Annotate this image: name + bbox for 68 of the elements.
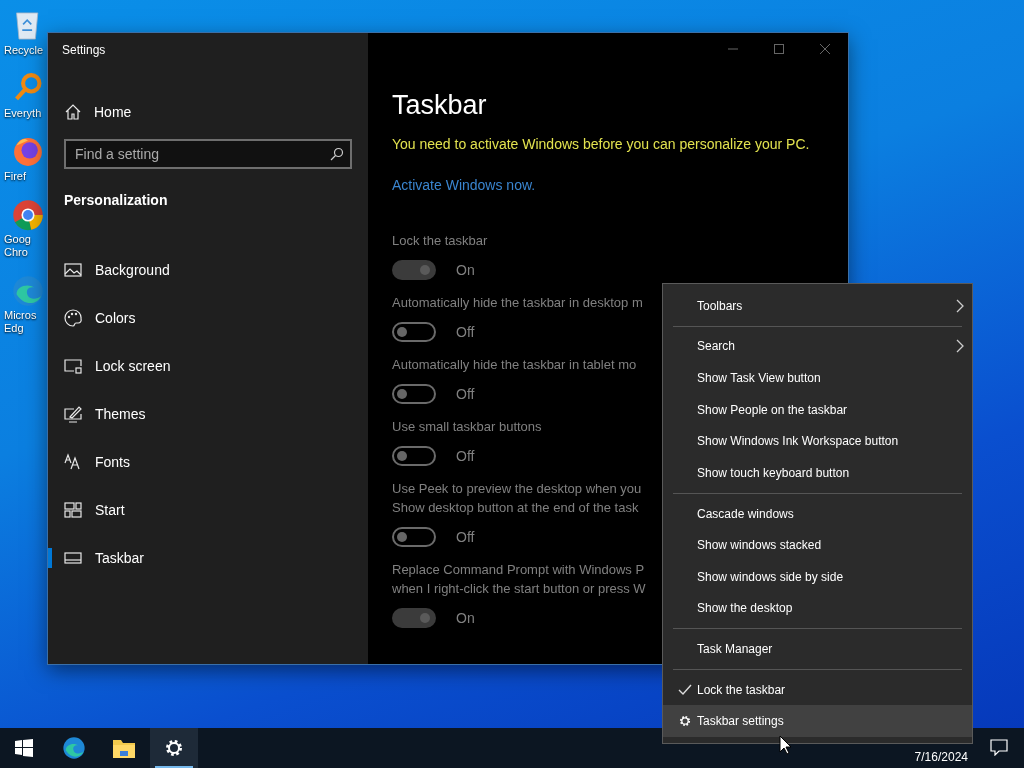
desktop-icon-label: Micros Edg (4, 309, 37, 335)
desktop-icon-label: Recycle (4, 44, 44, 57)
menu-item[interactable]: Taskbar settings (663, 705, 972, 738)
taskbar-icon (64, 549, 82, 567)
setting-label: Automatically hide the taskbar in tablet mo (392, 356, 637, 374)
chevron-right-icon (956, 298, 964, 313)
activation-warning: You need to activate Windows before you can personalize your PC. (392, 136, 811, 152)
toggle-status: On (456, 610, 475, 626)
menu-item[interactable]: Cascade windows (663, 497, 972, 530)
sidebar-item[interactable]: Themes (48, 390, 368, 438)
setting-label: Use Peek to preview the desktop when you Show desktop button at the end of the task (392, 480, 642, 517)
monitor-brush-icon (64, 405, 82, 423)
maximize-icon (774, 44, 784, 54)
desktop-icon-label: Firef (4, 170, 26, 183)
desktop-icon-label: Everyth (4, 107, 42, 120)
edge-icon (61, 735, 87, 761)
sidebar-item[interactable]: Lock screen (48, 342, 368, 390)
window-title: Settings (61, 42, 107, 59)
setting-label: Replace Command Prompt with Windows P when I right-click the start button or press W (392, 561, 646, 598)
gear-icon (678, 714, 692, 729)
picture-icon (64, 261, 82, 279)
menu-item[interactable]: Show windows stacked (663, 529, 972, 561)
menu-item[interactable]: Show the desktop (663, 592, 972, 625)
edge-icon[interactable] (10, 273, 46, 309)
menu-item[interactable]: Show Task View button (663, 362, 972, 394)
section-heading: Personalization (63, 192, 169, 210)
setting-label: Lock the taskbar (392, 232, 488, 250)
setting-label: Automatically hide the taskbar in desktop m (392, 294, 643, 312)
toggle-status: Off (456, 529, 475, 545)
menu-item[interactable]: Show Windows Ink Workspace button (663, 425, 972, 458)
gear-icon (163, 737, 185, 759)
desktop-icon-label: Goog Chro (4, 233, 31, 259)
fonts-icon (64, 453, 82, 471)
close-icon (820, 44, 830, 54)
lock-screen-icon (64, 357, 82, 375)
palette-icon (64, 309, 82, 327)
checkmark-icon (678, 683, 692, 696)
folder-icon (112, 737, 136, 759)
toggle-status: Off (456, 448, 475, 464)
toggle-status: On (456, 262, 475, 278)
menu-item[interactable]: Show touch keyboard button (663, 457, 972, 489)
menu-item[interactable]: Task Manager (663, 633, 972, 665)
search-icon (330, 147, 344, 161)
menu-item[interactable]: Lock the taskbar (663, 673, 972, 706)
sidebar-item[interactable]: Start (48, 486, 368, 534)
home-icon (64, 103, 82, 121)
windows-logo-icon (15, 739, 33, 757)
setting-label: Use small taskbar buttons (392, 418, 542, 436)
taskbar-app[interactable] (150, 728, 198, 768)
sidebar-item[interactable]: Colors (48, 294, 368, 342)
notification-icon[interactable] (990, 739, 1008, 756)
chevron-right-icon (956, 339, 964, 354)
clock-date[interactable]: 7/16/2024 (914, 750, 968, 764)
activate-link[interactable]: Activate Windows now. (392, 177, 536, 193)
menu-item[interactable]: Show People on the taskbar (663, 393, 972, 426)
toggle-status: Off (456, 386, 475, 402)
toggle-status: Off (456, 324, 475, 340)
mouse-pointer-icon (779, 735, 792, 755)
sidebar-item[interactable]: Background (48, 246, 368, 294)
sidebar-item[interactable]: Fonts (48, 438, 368, 486)
chrome-icon[interactable] (10, 197, 46, 233)
menu-item[interactable]: Show windows side by side (663, 560, 972, 593)
menu-item[interactable]: Toolbars (663, 290, 972, 322)
tiles-icon (64, 501, 82, 519)
home-link[interactable]: Home (48, 100, 368, 124)
menu-item[interactable]: Search (663, 330, 972, 363)
search-field[interactable]: Find a setting (64, 139, 352, 169)
page-title: Taskbar (392, 90, 488, 121)
